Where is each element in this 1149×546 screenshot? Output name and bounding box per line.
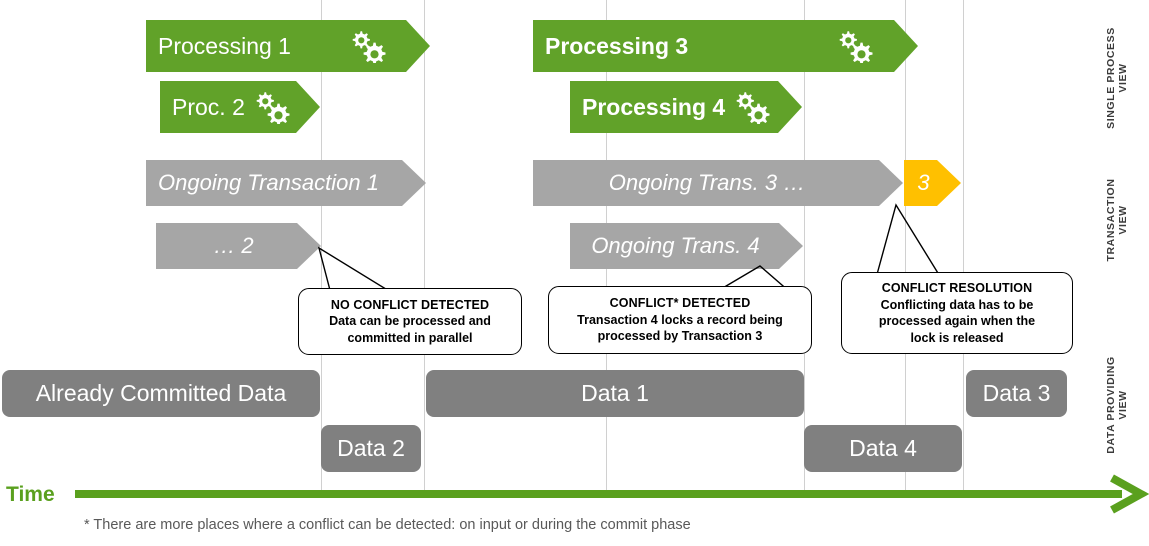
callout-line-1: Data can be processed and: [329, 314, 491, 329]
callout-line-3: lock is released: [910, 330, 1004, 345]
callout-line-2: processed by Transaction 3: [597, 329, 763, 344]
time-axis-arrow: [75, 474, 1149, 514]
callout-line-2: committed in parallel: [347, 330, 473, 345]
callout-title: NO CONFLICT DETECTED: [330, 297, 490, 312]
callout-line-2: processed again when the: [878, 314, 1036, 328]
callout-title: CONFLICT* DETECTED: [609, 296, 751, 311]
callout-title: CONFLICT RESOLUTION: [881, 281, 1033, 295]
callout-line-1: Conflicting data has to be: [880, 297, 1034, 312]
callout-conflict-detected: CONFLICT* DETECTED Transaction 4 locks a…: [548, 286, 812, 354]
callout-no-conflict: NO CONFLICT DETECTED Data can be process…: [298, 288, 522, 355]
callout-line-1: Transaction 4 locks a record being: [577, 312, 783, 327]
callout-conflict-resolution: CONFLICT RESOLUTION Conflicting data has…: [841, 272, 1073, 354]
diagram-canvas: Processing 1 Proc. 2 Processing 3 Proces…: [0, 0, 1149, 546]
